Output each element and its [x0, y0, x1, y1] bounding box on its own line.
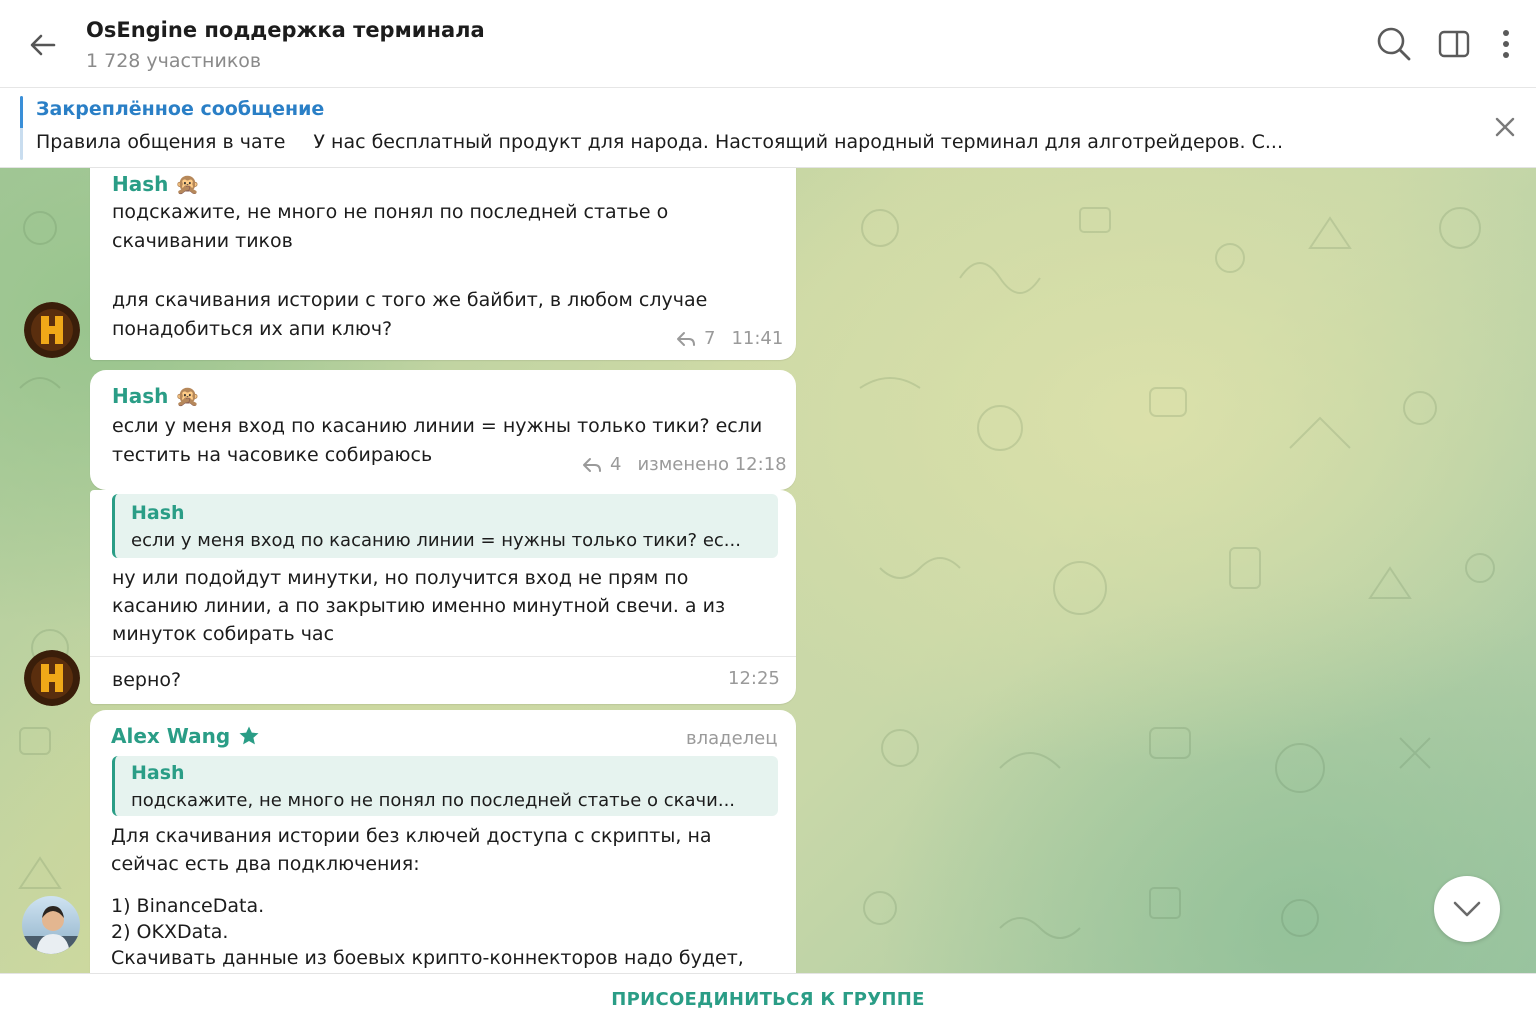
reply-quote[interactable]: Hash подскажите, не много не понял по по… — [112, 756, 778, 816]
scroll-to-bottom-button[interactable] — [1434, 876, 1500, 942]
message-text: Скачивать данные из боевых крипто-коннек… — [111, 947, 744, 969]
chevron-down-icon — [1453, 901, 1481, 917]
close-icon — [1495, 117, 1515, 137]
arrow-left-icon — [30, 34, 56, 56]
message-author[interactable]: Alex Wang — [111, 724, 260, 748]
message-bubble-3[interactable]: Hash если у меня вход по касанию линии =… — [90, 490, 796, 704]
message-meta: 12:25 — [728, 668, 780, 689]
pinned-message-bar[interactable]: Закреплённое сообщение Правила общения в… — [0, 88, 1536, 168]
message-author[interactable]: Hash 🙊 — [112, 384, 200, 408]
more-options-button[interactable] — [1484, 22, 1528, 66]
message-text: 1) BinanceData. — [111, 895, 265, 917]
message-text: подскажите, не много не понял по последн… — [112, 201, 669, 252]
user-photo-icon — [22, 896, 80, 954]
reply-arrow-icon[interactable] — [582, 456, 602, 474]
chat-title[interactable]: OsEngine поддержка терминала — [86, 18, 485, 42]
message-bubble-1[interactable]: Hash 🙊 подскажите, не много не понял по … — [90, 168, 796, 360]
message-edited-time: изменено 12:18 — [637, 454, 787, 475]
message-text: для скачивания истории с того же байбит,… — [112, 289, 708, 340]
back-button[interactable] — [22, 24, 64, 66]
monkey-emoji-icon: 🙊 — [175, 384, 201, 408]
message-text: 2) OKXData. — [111, 921, 229, 943]
quote-text: подскажите, не много не понял по последн… — [131, 790, 736, 811]
quote-author: Hash — [131, 762, 185, 784]
quote-author: Hash — [131, 502, 185, 524]
message-meta: 7 11:41 — [676, 328, 783, 349]
pinned-label: Закреплённое сообщение — [36, 98, 325, 120]
reply-count[interactable]: 7 — [704, 328, 715, 349]
role-badge: владелец — [686, 728, 778, 749]
chat-header: OsEngine поддержка терминала 1 728 участ… — [0, 0, 1536, 88]
sidebar-toggle-icon — [1438, 30, 1470, 58]
avatar-hash[interactable] — [24, 650, 80, 706]
pinned-close-button[interactable] — [1486, 108, 1524, 146]
search-button[interactable] — [1372, 22, 1416, 66]
message-bubble-2[interactable]: Hash 🙊 если у меня вход по касанию линии… — [90, 370, 796, 490]
message-text: Для скачивания истории без ключей доступ… — [111, 825, 712, 875]
quote-text: если у меня вход по касанию линии = нужн… — [131, 530, 741, 551]
pinned-indicator — [20, 96, 23, 160]
message-time: 12:25 — [728, 668, 780, 689]
message-text: верно? — [112, 669, 182, 691]
pinned-title: Правила общения в чате — [36, 131, 286, 153]
join-group-button[interactable]: ПРИСОЕДИНИТЬСЯ К ГРУППЕ — [0, 974, 1536, 1024]
message-separator — [90, 656, 796, 657]
message-bubble-5[interactable]: Alex Wang владелец Hash подскажите, не м… — [90, 710, 796, 973]
reply-quote[interactable]: Hash если у меня вход по касанию линии =… — [112, 494, 778, 558]
star-icon — [239, 726, 259, 745]
sidebar-toggle-button[interactable] — [1432, 22, 1476, 66]
avatar-hash[interactable] — [24, 302, 80, 358]
message-time: 11:41 — [731, 328, 784, 349]
pinned-body: У нас бесплатный продукт для народа. Нас… — [313, 131, 1284, 153]
bottom-bar: ПРИСОЕДИНИТЬСЯ К ГРУППЕ — [0, 973, 1536, 1024]
message-meta: 4 изменено 12:18 — [582, 454, 787, 475]
hash-logo-icon — [24, 650, 80, 706]
message-author[interactable]: Hash 🙊 — [112, 172, 200, 196]
monkey-emoji-icon: 🙊 — [175, 172, 201, 196]
avatar-alex-wang[interactable] — [22, 896, 80, 954]
more-vertical-icon — [1503, 30, 1509, 58]
pinned-preview: Правила общения в чате У нас бесплатный п… — [36, 131, 1366, 153]
chat-area[interactable]: Hash 🙊 подскажите, не много не понял по … — [0, 168, 1536, 973]
member-count: 1 728 участников — [86, 50, 262, 72]
message-text: ну или подойдут минутки, но получится вх… — [112, 567, 726, 645]
reply-arrow-icon[interactable] — [676, 330, 696, 348]
reply-count[interactable]: 4 — [610, 454, 621, 475]
search-icon — [1377, 27, 1411, 61]
hash-logo-icon — [24, 302, 80, 358]
